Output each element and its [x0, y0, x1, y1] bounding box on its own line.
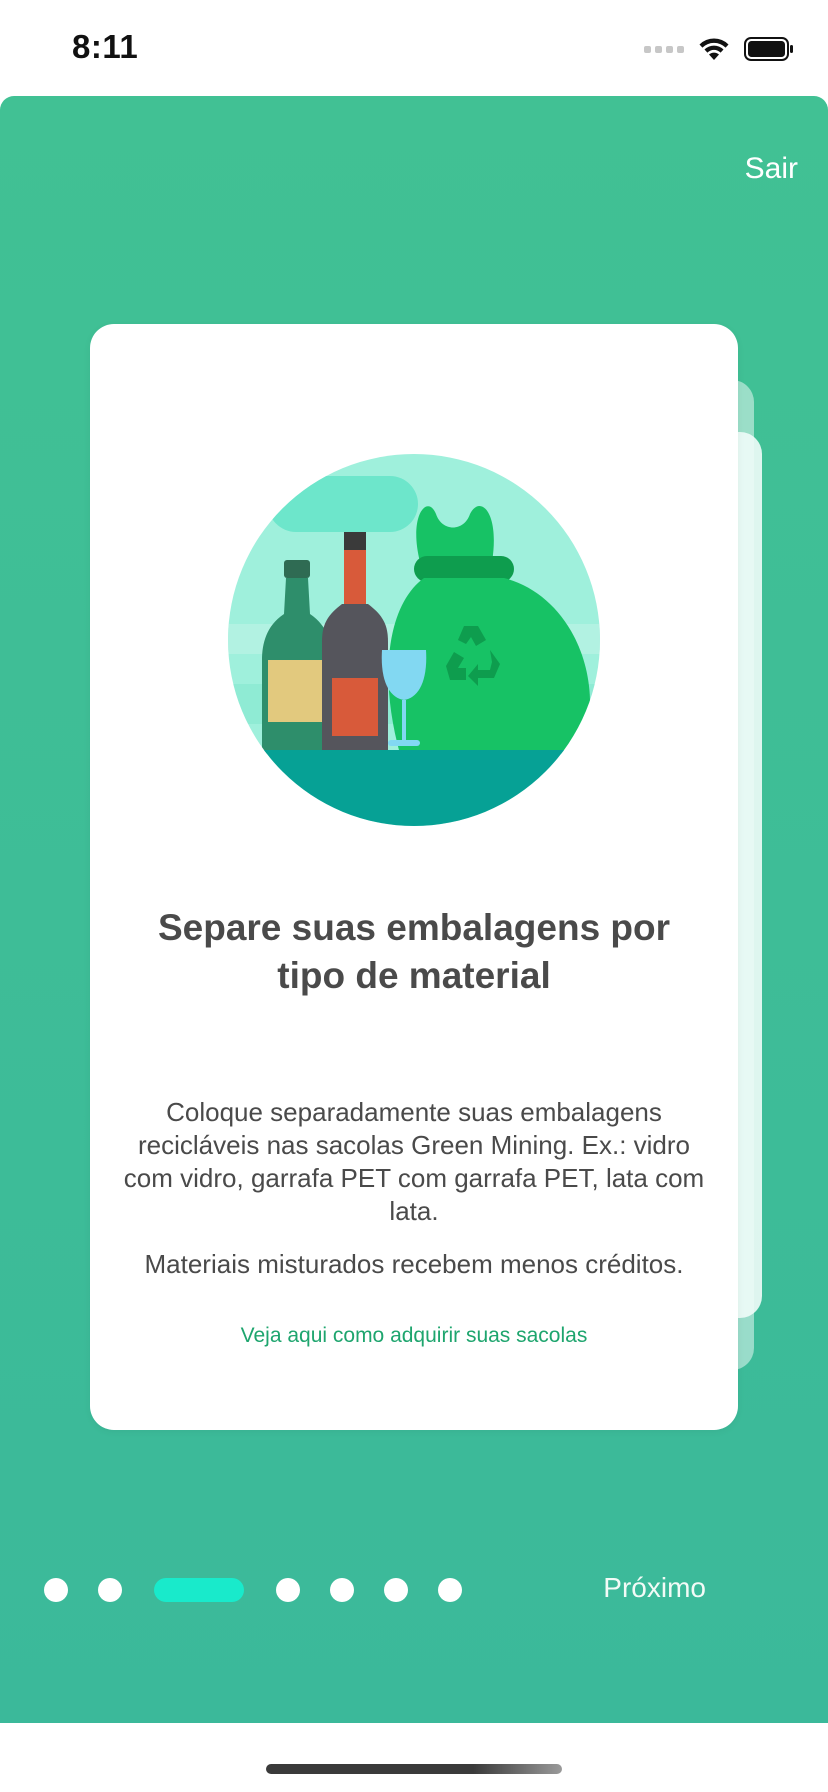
page-dot-6[interactable]: [384, 1578, 408, 1602]
page-dot-3-active[interactable]: [154, 1578, 244, 1602]
card-paragraph-warning: Materiais misturados recebem menos crédi…: [144, 1249, 684, 1279]
page-dot-7[interactable]: [438, 1578, 462, 1602]
onboarding-card: Separe suas embalagens por tipo de mater…: [90, 324, 738, 1430]
recycling-illustration: [228, 454, 600, 826]
status-time: 8:11: [72, 28, 139, 65]
onboarding-panel: Sair Separe suas embalagens por tipo de …: [0, 96, 828, 1723]
page-dot-4[interactable]: [276, 1578, 300, 1602]
next-button[interactable]: Próximo: [603, 1572, 706, 1604]
status-bar: 8:11: [0, 0, 828, 96]
card-title: Separe suas embalagens por tipo de mater…: [157, 907, 671, 996]
exit-button[interactable]: Sair: [745, 152, 798, 186]
page-dot-5[interactable]: [330, 1578, 354, 1602]
battery-icon: [744, 37, 793, 61]
status-icons: [644, 34, 794, 64]
page-dot-1[interactable]: [44, 1578, 68, 1602]
cellular-signal-icon: [644, 45, 684, 53]
card-paragraph-instructions: Coloque separadamente suas embalagens re…: [123, 1097, 705, 1226]
acquire-bags-link[interactable]: Veja aqui como adquirir suas sacolas: [90, 1324, 738, 1348]
wifi-icon: [699, 38, 729, 60]
page-dot-2[interactable]: [98, 1578, 122, 1602]
card-description: Coloque separadamente suas embalagens re…: [114, 1096, 714, 1301]
home-indicator[interactable]: [266, 1764, 562, 1774]
